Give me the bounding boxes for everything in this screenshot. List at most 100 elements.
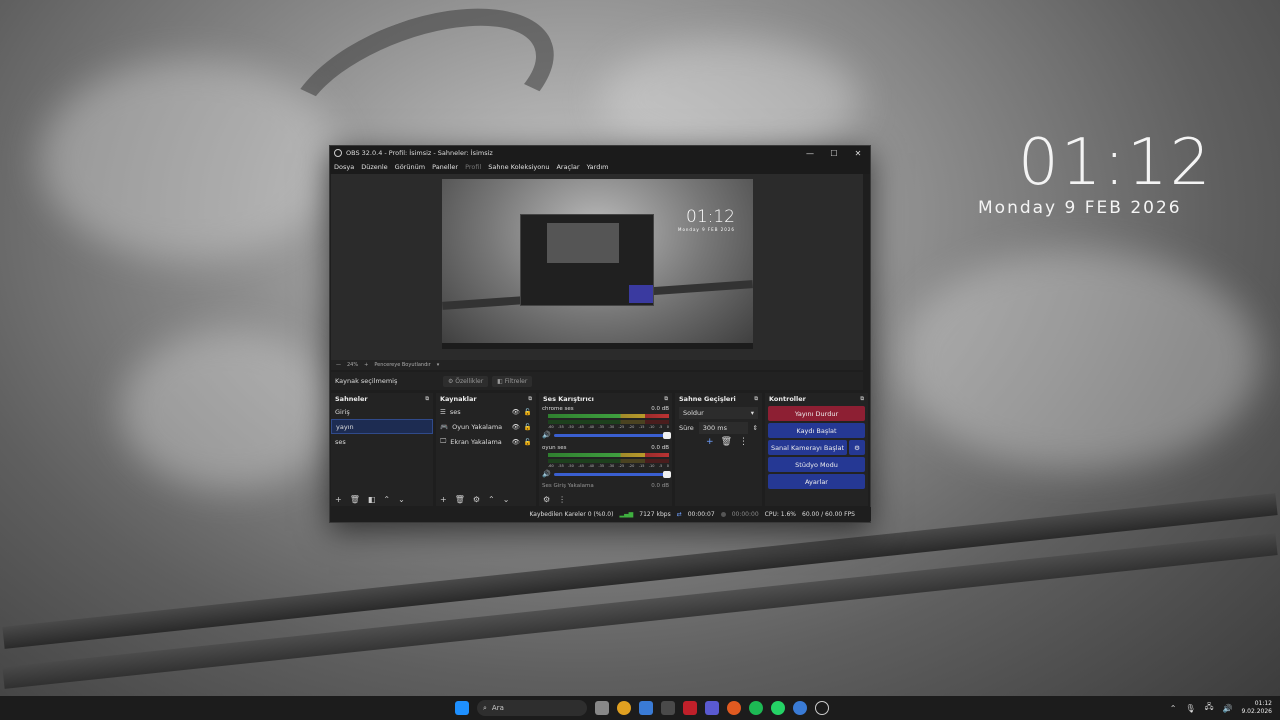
scene-item-giris[interactable]: Giriş	[331, 404, 433, 419]
settings-button[interactable]: Ayarlar	[768, 474, 865, 489]
obs-logo-icon	[334, 149, 342, 157]
studio-mode-button[interactable]: Stüdyo Modu	[768, 457, 865, 472]
source-properties-button[interactable]: ⚙	[473, 495, 480, 504]
speaker-icon[interactable]: 🔊	[542, 470, 551, 478]
mixer-title: Ses Karıştırıcı	[543, 394, 594, 403]
tray-chevron-icon[interactable]: ⌃	[1170, 704, 1177, 713]
close-button[interactable]: ✕	[846, 149, 870, 158]
start-recording-button[interactable]: Kaydı Başlat	[768, 423, 865, 438]
transition-menu-icon[interactable]: ⋮	[739, 437, 748, 447]
app-icon[interactable]	[639, 701, 653, 715]
menu-gorunum[interactable]: Görünüm	[395, 163, 425, 171]
whatsapp-icon[interactable]	[771, 701, 785, 715]
mixer-menu-icon[interactable]: ⋮	[558, 495, 566, 504]
source-item-ekran-yakalama[interactable]: 🖵 Ekran Yakalama 👁 🔓	[436, 434, 536, 449]
volume-meter	[548, 453, 669, 457]
cpu-usage: CPU: 1.6%	[764, 510, 797, 518]
fit-to-window-button[interactable]: Pencereye Boyutlandır	[374, 362, 430, 368]
controls-title: Kontroller	[769, 394, 806, 403]
duration-input[interactable]: 300 ms	[698, 422, 748, 434]
menu-bar: Dosya Düzenle Görünüm Paneller Profil Sa…	[330, 160, 870, 174]
menu-dosya[interactable]: Dosya	[334, 163, 354, 171]
move-scene-up-button[interactable]: ⌃	[383, 495, 390, 504]
sources-title: Kaynaklar	[440, 394, 477, 403]
no-source-label: Kaynak seçilmemiş	[335, 377, 398, 385]
minimize-button[interactable]: —	[798, 149, 822, 158]
stepper-icon[interactable]: ⇕	[753, 424, 758, 432]
zoom-in-button[interactable]: +	[364, 362, 368, 368]
menu-duzenle[interactable]: Düzenle	[361, 163, 387, 171]
menu-yardim[interactable]: Yardım	[587, 163, 609, 171]
volume-slider[interactable]	[553, 470, 671, 478]
eye-icon[interactable]: 👁	[512, 408, 520, 416]
add-source-button[interactable]: +	[440, 495, 447, 504]
task-view-icon[interactable]	[595, 701, 609, 715]
undock-icon[interactable]: ⧉	[754, 396, 758, 402]
scene-item-yayin[interactable]: yayın	[331, 419, 433, 434]
mixer-channel-oyun: oyun ses 0.0 dB -60 -55 -50 -45 -40 -35 -30 -25-…	[542, 445, 671, 478]
app-icon[interactable]	[727, 701, 741, 715]
menu-sahne-koleksiyonu[interactable]: Sahne Koleksiyonu	[488, 163, 549, 171]
search-icon: ⌕	[483, 703, 487, 712]
start-icon[interactable]	[455, 701, 469, 715]
app-icon[interactable]	[661, 701, 675, 715]
stream-time: 00:00:07	[687, 510, 715, 518]
volume-slider[interactable]	[553, 431, 671, 439]
menu-araclar[interactable]: Araçlar	[556, 163, 579, 171]
add-scene-button[interactable]: +	[335, 495, 342, 504]
move-source-down-button[interactable]: ⌄	[503, 495, 510, 504]
lock-icon[interactable]: 🔓	[524, 423, 532, 431]
duration-label: Süre	[679, 424, 694, 432]
eye-icon[interactable]: 👁	[512, 438, 520, 446]
start-virtual-camera-button[interactable]: Sanal Kamerayı Başlat	[768, 440, 847, 455]
browser-icon[interactable]	[793, 701, 807, 715]
source-toolbar: Kaynak seçilmemiş ⚙ Özellikler ◧ Filtrel…	[331, 372, 863, 390]
transition-select[interactable]: Soldur ▾	[679, 407, 758, 419]
microphone-icon[interactable]: 🎙	[1185, 704, 1195, 713]
title-bar[interactable]: OBS 32.0.4 - Profil: İsimsiz - Sahneler:…	[330, 146, 870, 160]
zoom-bar: — 24% + Pencereye Boyutlandır ▾	[331, 360, 863, 370]
add-transition-button[interactable]: +	[706, 437, 714, 447]
virtual-camera-gear-icon[interactable]: ⚙	[849, 440, 865, 455]
search-box[interactable]: ⌕ Ara	[477, 700, 587, 716]
app-icon[interactable]	[683, 701, 697, 715]
preview-clock: 01:12	[686, 207, 735, 227]
volume-icon[interactable]: 🔊	[1222, 704, 1232, 713]
scene-item-ses[interactable]: ses	[331, 434, 433, 449]
network-icon[interactable]: 🖧	[1205, 701, 1214, 715]
program-preview[interactable]: 01:12 Monday 9 FEB 2026	[442, 179, 753, 349]
properties-button[interactable]: ⚙ Özellikler	[443, 375, 489, 387]
speaker-icon[interactable]: 🔊	[542, 431, 551, 439]
undock-icon[interactable]: ⧉	[528, 396, 532, 402]
mixer-settings-icon[interactable]: ⚙	[543, 495, 550, 504]
eye-icon[interactable]: 👁	[512, 423, 520, 431]
undock-icon[interactable]: ⧉	[860, 396, 864, 402]
move-source-up-button[interactable]: ⌃	[488, 495, 495, 504]
taskbar-clock[interactable]: 01:12 9.02.2026	[1241, 700, 1272, 716]
remove-source-button[interactable]: 🗑	[455, 495, 465, 504]
spotify-icon[interactable]	[749, 701, 763, 715]
chrome-icon[interactable]	[617, 701, 631, 715]
menu-profil[interactable]: Profil	[465, 163, 481, 171]
scene-filters-button[interactable]: ◧	[368, 495, 376, 504]
remove-scene-button[interactable]: 🗑	[350, 495, 360, 504]
move-scene-down-button[interactable]: ⌄	[398, 495, 405, 504]
menu-paneller[interactable]: Paneller	[432, 163, 458, 171]
zoom-out-button[interactable]: —	[336, 362, 341, 368]
lock-icon[interactable]: 🔓	[524, 438, 532, 446]
undock-icon[interactable]: ⧉	[425, 396, 429, 402]
chevron-down-icon[interactable]: ▾	[437, 362, 440, 368]
obs-icon[interactable]	[815, 701, 829, 715]
remove-transition-button[interactable]: 🗑	[721, 437, 732, 447]
sources-dock: Kaynaklar ⧉ ☰ ses 👁 🔓 🎮 Oyun Yakalama 👁 🔓 🖵…	[436, 393, 536, 506]
gamepad-icon: 🎮	[440, 422, 449, 431]
lock-icon[interactable]: 🔓	[524, 408, 532, 416]
filters-button[interactable]: ◧ Filtreler	[492, 375, 533, 387]
source-item-oyun-yakalama[interactable]: 🎮 Oyun Yakalama 👁 🔓	[436, 419, 536, 434]
undock-icon[interactable]: ⧉	[664, 396, 668, 402]
maximize-button[interactable]: ☐	[822, 149, 846, 158]
stop-streaming-button[interactable]: Yayını Durdur	[768, 406, 865, 421]
discord-icon[interactable]	[705, 701, 719, 715]
source-item-ses[interactable]: ☰ ses 👁 🔓	[436, 404, 536, 419]
volume-meter	[548, 414, 669, 418]
